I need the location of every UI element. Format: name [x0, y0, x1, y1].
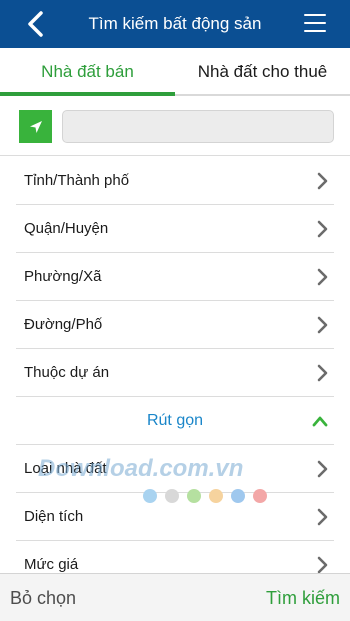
chevron-left-icon[interactable]: [24, 10, 48, 38]
filter-province[interactable]: Tỉnh/Thành phố: [16, 157, 334, 205]
hamburger-menu-icon[interactable]: [304, 14, 326, 34]
filter-area[interactable]: Diện tích: [16, 493, 334, 541]
filter-label: Quận/Huyện: [24, 220, 109, 237]
chevron-right-icon: [317, 316, 328, 334]
filter-property-type[interactable]: Loại nhà đất: [16, 445, 334, 493]
chevron-right-icon: [317, 268, 328, 286]
location-search-row: [0, 96, 350, 156]
chevron-right-icon: [317, 220, 328, 238]
chevron-right-icon: [317, 364, 328, 382]
filter-label: Tỉnh/Thành phố: [24, 172, 130, 189]
collapse-label: Rút gọn: [146, 411, 204, 429]
tab-for-rent[interactable]: Nhà đất cho thuê: [175, 48, 350, 96]
filter-label: Đường/Phố: [24, 316, 103, 333]
filter-project[interactable]: Thuộc dự án: [16, 349, 334, 397]
bottom-action-bar: Bỏ chọn Tìm kiếm: [0, 573, 350, 621]
location-button[interactable]: [19, 110, 52, 143]
chevron-up-icon: [312, 416, 328, 427]
tab-bar: Nhà đất bán Nhà đất cho thuê: [0, 48, 350, 96]
page-title: Tìm kiếm bất động sản: [88, 14, 262, 33]
search-button[interactable]: Tìm kiếm: [266, 588, 340, 609]
filter-list: Tỉnh/Thành phố Quận/Huyện Phường/Xã Đườn…: [0, 157, 350, 589]
chevron-right-icon: [317, 508, 328, 526]
location-arrow-icon: [29, 120, 42, 133]
collapse-toggle[interactable]: Rút gọn: [16, 397, 334, 445]
chevron-right-icon: [317, 172, 328, 190]
filter-label: Thuộc dự án: [24, 364, 110, 381]
filter-ward[interactable]: Phường/Xã: [16, 253, 334, 301]
filter-street[interactable]: Đường/Phố: [16, 301, 334, 349]
filter-label: Loại nhà đất: [24, 460, 107, 477]
location-search-input[interactable]: [62, 110, 334, 143]
filter-label: Phường/Xã: [24, 268, 102, 285]
app-header: Tìm kiếm bất động sản: [0, 0, 350, 48]
chevron-right-icon: [317, 556, 328, 574]
clear-selection-button[interactable]: Bỏ chọn: [10, 588, 76, 609]
filter-label: Mức giá: [24, 556, 79, 573]
filter-label: Diện tích: [24, 508, 84, 525]
chevron-right-icon: [317, 460, 328, 478]
filter-district[interactable]: Quận/Huyện: [16, 205, 334, 253]
tab-for-sale[interactable]: Nhà đất bán: [0, 48, 175, 96]
